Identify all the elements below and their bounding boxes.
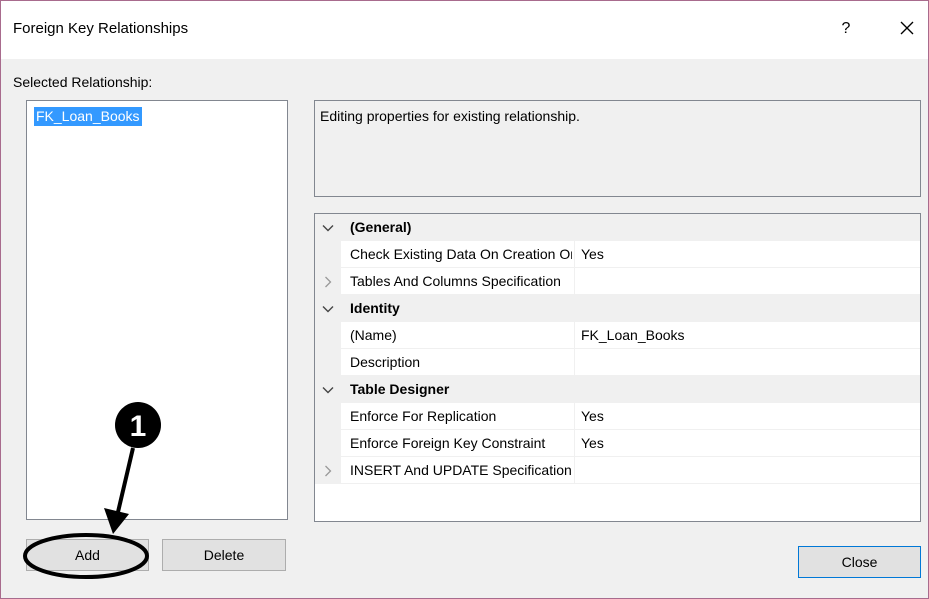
- property-name: Table Designer: [350, 381, 450, 397]
- row-gutter: [315, 430, 341, 457]
- close-icon[interactable]: [894, 14, 920, 42]
- help-button[interactable]: ?: [834, 15, 858, 43]
- chevron-right-icon[interactable]: [315, 457, 341, 484]
- property-value[interactable]: Yes: [581, 435, 604, 451]
- property-name: Check Existing Data On Creation Or Re-En…: [350, 246, 572, 262]
- property-row[interactable]: INSERT And UPDATE Specification: [315, 457, 920, 484]
- property-category-row[interactable]: Table Designer: [315, 376, 920, 403]
- foreign-key-relationships-dialog: Foreign Key Relationships ? Selected Rel…: [0, 0, 929, 599]
- chevron-down-icon[interactable]: [315, 376, 341, 403]
- relationship-list-item[interactable]: FK_Loan_Books: [34, 107, 142, 126]
- row-gutter: [315, 322, 341, 349]
- property-grid[interactable]: (General) Check Existing Data On Creation…: [314, 213, 921, 522]
- row-gutter: [315, 241, 341, 268]
- column-divider: [574, 457, 575, 484]
- add-button[interactable]: Add: [26, 539, 149, 571]
- row-gutter: [315, 349, 341, 376]
- column-divider: [574, 241, 575, 268]
- property-value[interactable]: Yes: [581, 246, 604, 262]
- close-button[interactable]: Close: [798, 546, 921, 578]
- chevron-down-icon[interactable]: [315, 295, 341, 322]
- column-divider: [574, 349, 575, 376]
- description-box: Editing properties for existing relation…: [314, 100, 921, 197]
- selected-relationship-label: Selected Relationship:: [13, 74, 153, 90]
- property-row[interactable]: Check Existing Data On Creation Or Re-En…: [315, 241, 920, 268]
- row-divider: [341, 483, 920, 484]
- row-gutter: [315, 403, 341, 430]
- title-bar: Foreign Key Relationships ?: [1, 1, 928, 59]
- property-name: Enforce For Replication: [350, 408, 497, 424]
- property-name: (Name): [350, 327, 397, 343]
- property-name: Enforce Foreign Key Constraint: [350, 435, 546, 451]
- property-value[interactable]: FK_Loan_Books: [581, 327, 685, 343]
- property-row[interactable]: Tables And Columns Specification: [315, 268, 920, 295]
- column-divider: [574, 430, 575, 457]
- property-row[interactable]: Enforce For Replication Yes: [315, 403, 920, 430]
- property-name: Tables And Columns Specification: [350, 273, 561, 289]
- description-text: Editing properties for existing relation…: [320, 108, 580, 124]
- delete-button[interactable]: Delete: [162, 539, 286, 571]
- chevron-right-icon[interactable]: [315, 268, 341, 295]
- property-category-row[interactable]: (General): [315, 214, 920, 241]
- property-row[interactable]: Description: [315, 349, 920, 376]
- property-name: (General): [350, 219, 412, 235]
- property-row[interactable]: (Name) FK_Loan_Books: [315, 322, 920, 349]
- dialog-title: Foreign Key Relationships: [13, 20, 189, 37]
- column-divider: [574, 403, 575, 430]
- property-name: Identity: [350, 300, 400, 316]
- chevron-down-icon[interactable]: [315, 214, 341, 241]
- property-name: INSERT And UPDATE Specification: [350, 462, 572, 478]
- property-name: Description: [350, 354, 421, 370]
- property-value[interactable]: Yes: [581, 408, 604, 424]
- relationship-list[interactable]: FK_Loan_Books: [26, 100, 288, 520]
- property-row[interactable]: Enforce Foreign Key Constraint Yes: [315, 430, 920, 457]
- column-divider: [574, 268, 575, 295]
- column-divider: [574, 322, 575, 349]
- property-category-row[interactable]: Identity: [315, 295, 920, 322]
